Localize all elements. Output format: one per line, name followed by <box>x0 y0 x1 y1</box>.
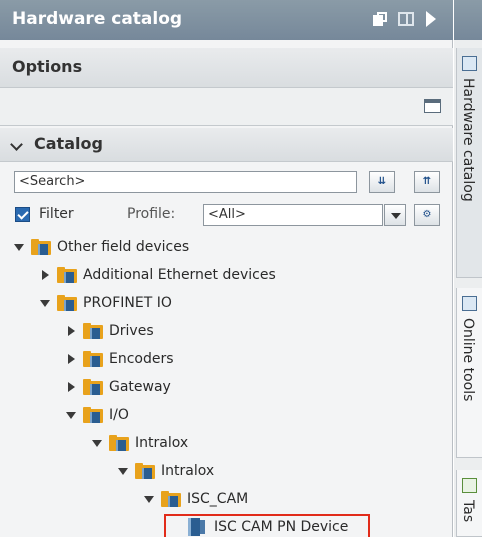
split-icon[interactable] <box>398 12 414 26</box>
filter-checkbox[interactable] <box>15 207 30 222</box>
tree-item-label: Drives <box>109 323 154 339</box>
tab-label: Hardware catalog <box>460 78 476 202</box>
profile-select[interactable]: <All> <box>203 204 383 226</box>
pane-view-icon[interactable] <box>424 99 441 113</box>
online-tools-icon <box>462 296 477 311</box>
tree-item[interactable]: Gateway <box>66 374 171 400</box>
expand-down-icon[interactable] <box>40 299 50 307</box>
tree-item[interactable]: I/O <box>66 402 129 428</box>
folder-icon <box>31 239 51 255</box>
tree-item-label: PROFINET IO <box>83 295 172 311</box>
folder-icon <box>109 435 129 451</box>
panel-title: Hardware catalog <box>12 9 183 29</box>
tree-item-label: ISC_CAM <box>187 491 249 507</box>
search-down-button[interactable]: ⇊ <box>369 171 395 193</box>
expand-down-icon[interactable] <box>14 243 24 251</box>
tasks-icon <box>462 478 477 493</box>
tree-item-label: Gateway <box>109 379 171 395</box>
hardware-catalog-panel: Hardware catalog Options Catalog <Search… <box>0 0 453 537</box>
tab-label: Tas <box>460 500 476 523</box>
folder-icon <box>83 351 103 367</box>
folder-icon <box>83 323 103 339</box>
options-body <box>0 88 453 126</box>
options-label: Options <box>12 57 83 76</box>
tree-item-label: Encoders <box>109 351 174 367</box>
tab-label: Online tools <box>460 318 476 402</box>
expand-down-icon[interactable] <box>144 495 154 503</box>
chevron-down-icon[interactable] <box>10 138 23 151</box>
expand-right-icon[interactable] <box>42 270 49 280</box>
profile-settings-button[interactable]: ⚙ <box>414 204 440 226</box>
tab-hardware-catalog[interactable]: Hardware catalog <box>456 48 482 278</box>
tree-item-label: I/O <box>109 407 129 423</box>
folder-icon <box>135 463 155 479</box>
tree-item[interactable]: Intralox <box>118 458 214 484</box>
folder-icon <box>57 295 77 311</box>
collapse-arrow-icon[interactable] <box>426 11 436 27</box>
search-input[interactable]: <Search> <box>14 171 357 193</box>
tree-item[interactable]: Intralox <box>92 430 188 456</box>
tab-online-tools[interactable]: Online tools <box>456 288 482 458</box>
search-up-button[interactable]: ⇈ <box>414 171 440 193</box>
side-tab-strip: Hardware catalog Online tools Tas <box>454 0 482 537</box>
expand-right-icon[interactable] <box>68 354 75 364</box>
expand-down-icon[interactable] <box>92 439 102 447</box>
tree-item[interactable]: Additional Ethernet devices <box>40 262 276 288</box>
strip-header <box>454 0 482 40</box>
selection-highlight-box <box>164 514 370 537</box>
expand-down-icon[interactable] <box>66 411 76 419</box>
catalog-icon <box>462 56 477 71</box>
tree-item[interactable]: Encoders <box>66 346 174 372</box>
float-icon[interactable] <box>373 12 387 26</box>
catalog-label: Catalog <box>34 134 103 153</box>
expand-right-icon[interactable] <box>68 382 75 392</box>
tree-item[interactable]: ISC_CAM <box>144 486 248 512</box>
filter-label: Filter <box>39 206 74 222</box>
tree-item-label: Intralox <box>161 463 215 479</box>
folder-icon <box>57 267 77 283</box>
tree-item-label: Other field devices <box>57 239 190 255</box>
folder-icon <box>83 407 103 423</box>
panel-title-bar: Hardware catalog <box>0 0 453 40</box>
folder-icon <box>161 491 181 507</box>
tree-item[interactable]: PROFINET IO <box>40 290 172 316</box>
catalog-section-header[interactable]: Catalog <box>0 128 453 162</box>
folder-icon <box>83 379 103 395</box>
tree-item[interactable]: Drives <box>66 318 154 344</box>
tree-item-label: Intralox <box>135 435 189 451</box>
tree-item-label: Additional Ethernet devices <box>83 267 276 283</box>
options-section-header[interactable]: Options <box>0 48 453 88</box>
tree-item[interactable]: Other field devices <box>14 234 189 260</box>
profile-label: Profile: <box>127 206 176 222</box>
tab-tasks[interactable]: Tas <box>456 470 482 537</box>
expand-right-icon[interactable] <box>68 326 75 336</box>
profile-dropdown-button[interactable] <box>384 204 406 226</box>
expand-down-icon[interactable] <box>118 467 128 475</box>
